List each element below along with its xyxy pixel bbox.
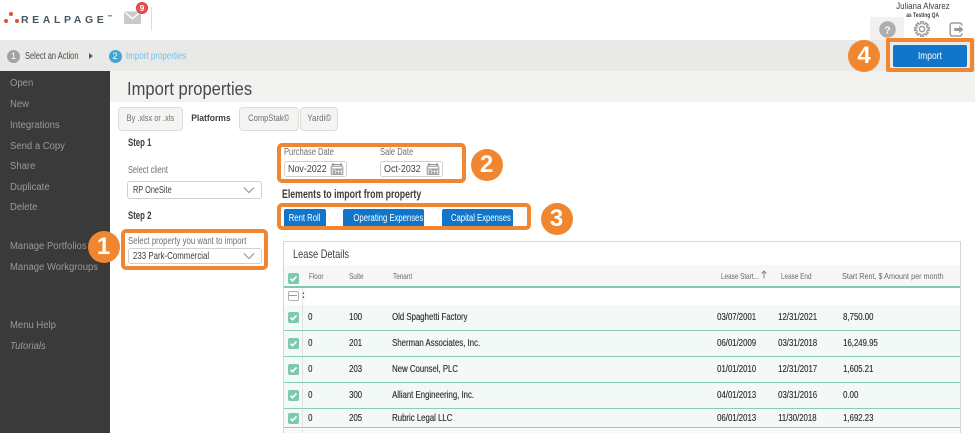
svg-text:?: ? bbox=[884, 24, 890, 36]
svg-text:9: 9 bbox=[139, 3, 144, 12]
